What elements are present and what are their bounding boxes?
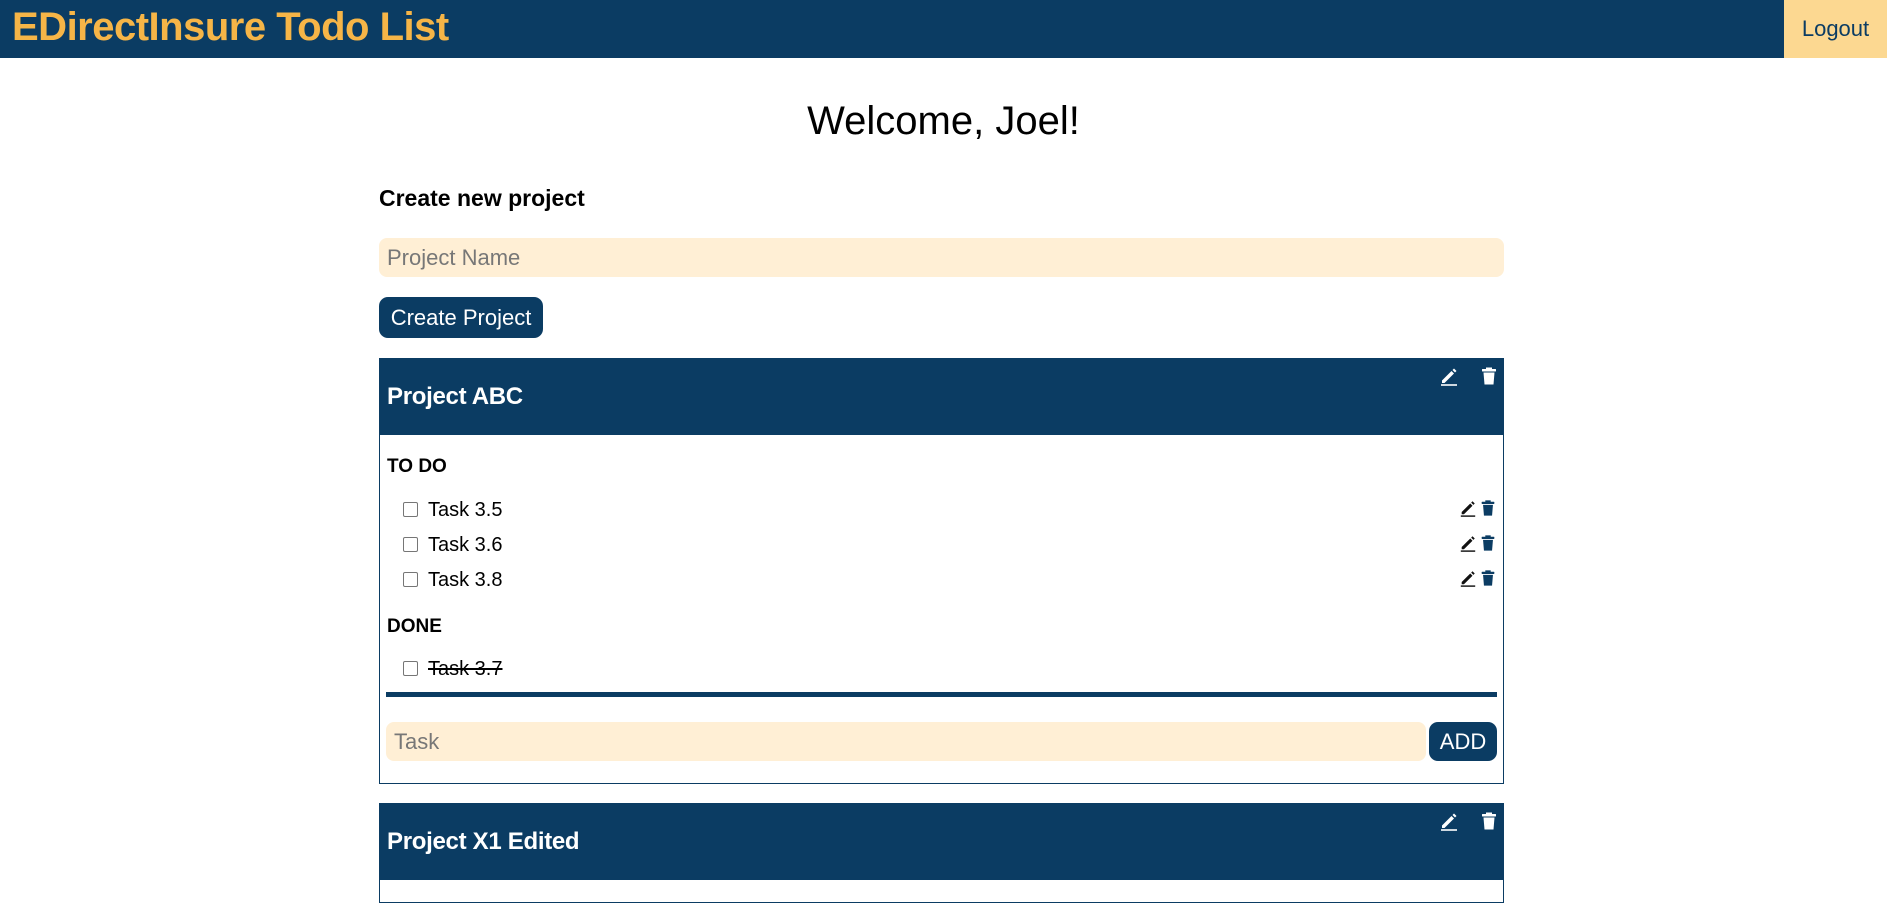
task-row: Task 3.8 bbox=[380, 565, 1503, 595]
create-project-button[interactable]: Create Project bbox=[379, 297, 543, 338]
task-label: Task 3.7 bbox=[428, 658, 503, 680]
task-label: Task 3.8 bbox=[428, 569, 503, 591]
task-checkbox[interactable] bbox=[403, 572, 418, 587]
trash-icon[interactable] bbox=[1479, 366, 1499, 386]
done-section-label: DONE bbox=[387, 616, 442, 637]
task-row: Task 3.5 bbox=[380, 495, 1503, 525]
welcome-heading: Welcome, Joel! bbox=[807, 99, 1080, 143]
task-input[interactable] bbox=[386, 722, 1426, 761]
todo-section-label: TO DO bbox=[387, 456, 447, 477]
project-title: Project ABC bbox=[387, 383, 523, 410]
pencil-icon[interactable] bbox=[1439, 811, 1459, 831]
task-checkbox[interactable] bbox=[403, 502, 418, 517]
trash-icon[interactable] bbox=[1479, 499, 1497, 517]
task-checkbox[interactable] bbox=[403, 661, 418, 676]
task-label: Task 3.6 bbox=[428, 534, 503, 556]
project-card-header: Project ABC bbox=[380, 359, 1503, 435]
trash-icon[interactable] bbox=[1479, 569, 1497, 587]
pencil-icon[interactable] bbox=[1459, 534, 1477, 552]
app-title: EDirectInsure Todo List bbox=[12, 5, 449, 49]
project-name-input[interactable] bbox=[379, 238, 1504, 277]
logout-button[interactable]: Logout bbox=[1784, 0, 1887, 58]
pencil-icon[interactable] bbox=[1439, 366, 1459, 386]
trash-icon[interactable] bbox=[1479, 811, 1499, 831]
add-task-button[interactable]: ADD bbox=[1429, 722, 1497, 761]
project-card-header: Project X1 Edited bbox=[380, 804, 1503, 880]
trash-icon[interactable] bbox=[1479, 534, 1497, 552]
pencil-icon[interactable] bbox=[1459, 499, 1477, 517]
top-bar: EDirectInsure Todo List Logout bbox=[0, 0, 1887, 58]
project-card: Project X1 Edited bbox=[379, 803, 1504, 903]
create-project-heading: Create new project bbox=[379, 185, 585, 211]
task-label: Task 3.5 bbox=[428, 499, 503, 521]
project-title: Project X1 Edited bbox=[387, 828, 580, 855]
project-card: Project ABC TO DO Task 3.5 Task 3.6 Task… bbox=[379, 358, 1504, 784]
task-divider bbox=[386, 692, 1497, 697]
task-row: Task 3.7 bbox=[380, 654, 1503, 684]
task-row: Task 3.6 bbox=[380, 530, 1503, 560]
pencil-icon[interactable] bbox=[1459, 569, 1477, 587]
task-checkbox[interactable] bbox=[403, 537, 418, 552]
